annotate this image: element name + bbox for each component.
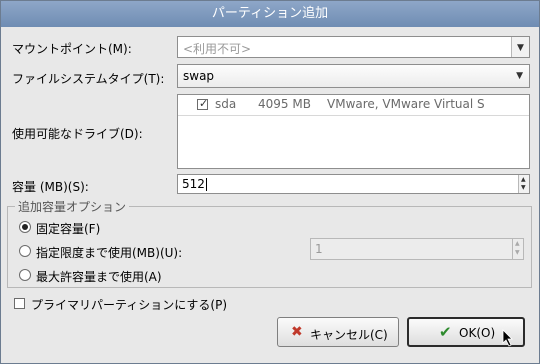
mount-point-combo[interactable]: <利用不可> ▼ [177, 36, 530, 58]
checkmark-icon: ✔ [439, 323, 452, 341]
list-item[interactable]: ✓ sda 4095 MB VMware, VMware Virtual S [178, 95, 529, 116]
checkmark-icon: ✓ [199, 97, 209, 110]
ok-button[interactable]: ✔ OK(O) [407, 317, 525, 347]
fill-limit-radio[interactable] [19, 245, 31, 257]
cancel-button[interactable]: ✖ キャンセル(C) [277, 317, 399, 347]
mount-point-label: マウントポイント(M): [12, 42, 132, 56]
add-partition-dialog: パーティション追加 マウントポイント(M): <利用不可> ▼ ファイルシステム… [0, 0, 540, 364]
drive-size: 4095 MB [258, 97, 311, 111]
text-cursor [206, 178, 207, 191]
spin-up-icon[interactable]: ▲ [521, 176, 526, 183]
spin-up-icon: ▲ [515, 240, 520, 247]
drives-list[interactable]: ✓ sda 4095 MB VMware, VMware Virtual S [177, 94, 530, 169]
filesystem-select[interactable]: swap ▼ [177, 64, 530, 88]
chevron-down-icon: ▼ [516, 71, 523, 81]
size-spinbox[interactable]: 512 ▲ ▼ [177, 174, 530, 194]
size-spin-buttons[interactable]: ▲ ▼ [518, 175, 529, 193]
fill-max-radio[interactable] [19, 269, 31, 281]
spin-down-icon: ▼ [515, 249, 520, 256]
size-value: 512 [182, 177, 205, 191]
chevron-down-icon: ▼ [517, 43, 524, 53]
filesystem-value: swap [183, 69, 215, 83]
cancel-x-icon: ✖ [291, 324, 303, 340]
drive-name: sda [215, 97, 237, 111]
mount-point-value: <利用不可> [183, 42, 252, 56]
spin-down-icon[interactable]: ▼ [521, 184, 526, 191]
mouse-pointer-icon [502, 329, 513, 347]
fill-limit-label[interactable]: 指定限度まで使用(MB)(U): [36, 244, 182, 261]
primary-partition-label[interactable]: プライマリパーティションにする(P) [31, 296, 227, 313]
fixed-size-label[interactable]: 固定容量(F) [36, 220, 100, 237]
ok-button-label: OK(O) [459, 326, 496, 340]
drives-label: 使用可能なドライブ(D): [12, 127, 143, 141]
window-title: パーティション追加 [1, 1, 539, 27]
fill-max-label[interactable]: 最大許容量まで使用(A) [36, 268, 162, 285]
radio-selected-dot [22, 224, 28, 230]
size-options-title: 追加容量オプション [15, 198, 130, 215]
fill-limit-spin-buttons: ▲ ▼ [512, 239, 523, 259]
fill-limit-value: 1 [315, 242, 323, 256]
size-label: 容量 (MB)(S): [12, 180, 89, 194]
filesystem-label: ファイルシステムタイプ(T): [12, 72, 165, 86]
drive-checkbox[interactable]: ✓ [197, 97, 209, 110]
cancel-button-label: キャンセル(C) [310, 328, 388, 342]
primary-partition-checkbox[interactable] [14, 298, 25, 309]
fill-limit-spinbox: 1 ▲ ▼ [310, 238, 524, 260]
mount-point-dropdown-button[interactable]: ▼ [511, 37, 529, 57]
drive-model: VMware, VMware Virtual S [327, 97, 485, 111]
fixed-size-radio[interactable] [19, 221, 31, 233]
